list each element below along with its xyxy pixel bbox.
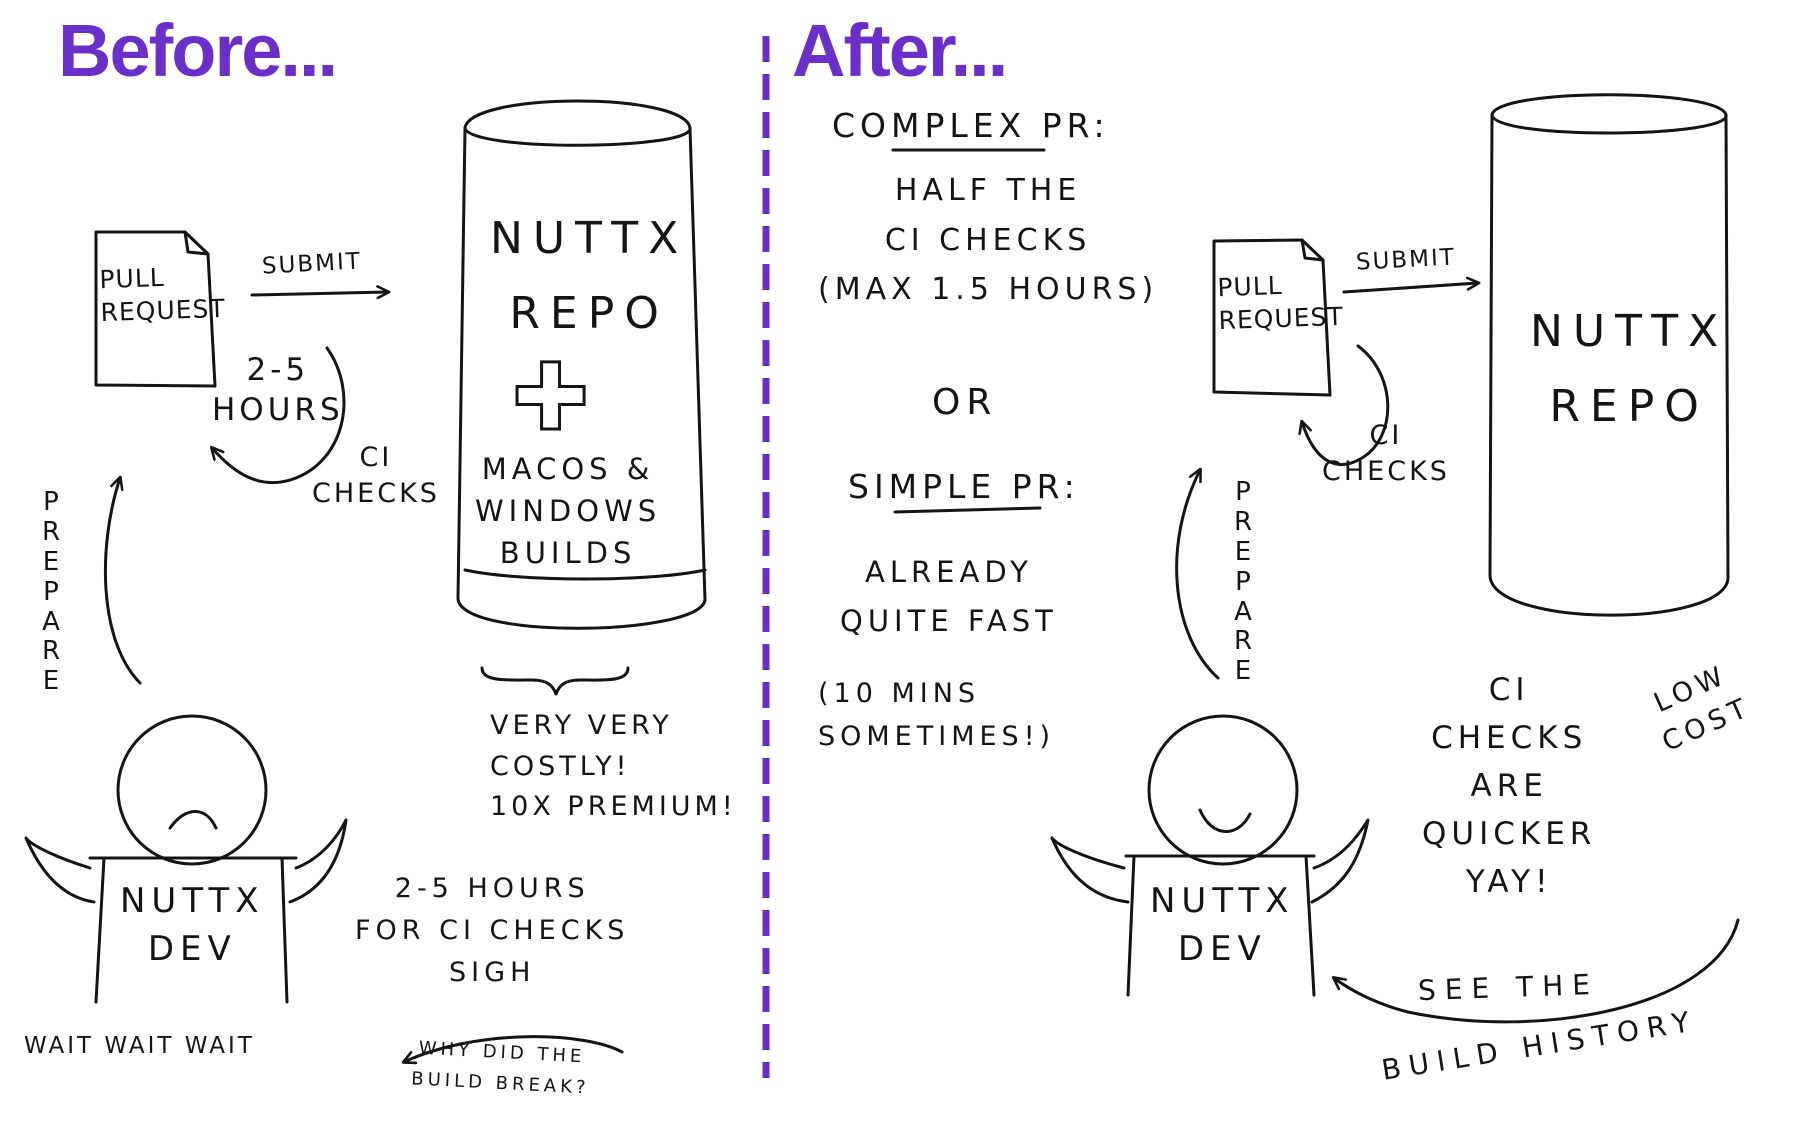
before-dev-label: NUTTX DEV [120,881,265,969]
after-simple-note: (10 MINS SOMETIMES!) [818,678,1056,753]
before-heading: Before... [58,9,338,92]
before-ci-checks-label: CI CHECKS [312,442,440,510]
after-simple-underline [893,506,1042,514]
after-history-line1: SEE THE [1417,967,1600,1008]
after-or-label: OR [932,382,998,423]
after-ci-checks-label: CI CHECKS [1322,420,1450,488]
before-plus-icon: ✚ [510,344,590,451]
after-simple-body: ALREADY QUITE FAST [840,555,1058,639]
after-prepare-arrow [1175,470,1220,680]
after-complex-body: HALF THE CI CHECKS (MAX 1.5 HOURS) [818,173,1159,307]
before-prepare-label: P R E P A R E [41,487,61,697]
after-pull-request-label: PULL REQUEST [1216,270,1345,335]
sketch-canvas: Before... PULL REQUEST SUBMIT 2-5 HOURS … [0,0,1798,1140]
after-complex-title: COMPLEX PR: [832,106,1110,145]
before-submit-label: SUBMIT [261,248,363,280]
before-why-text: WHY DID THE BUILD BREAK? [410,1037,591,1099]
before-cost-brace [480,666,630,696]
before-pull-request-label: PULL REQUEST [98,262,227,327]
before-macos-windows-label: MACOS & WINDOWS BUILDS [475,452,662,571]
before-repo-name: NUTTX REPO [490,213,689,339]
after-repo-name: NUTTX REPO [1530,306,1729,432]
after-submit-label: SUBMIT [1355,244,1457,276]
after-submit-arrow [1342,283,1478,294]
before-loop-time-label: 2-5 HOURS [212,352,344,429]
after-heading: After... [792,9,1008,92]
after-simple-title: SIMPLE PR: [848,467,1080,506]
after-prepare-label: P R E P A R E [1233,477,1253,687]
before-wait-text: WAIT WAIT WAIT [24,1033,255,1059]
before-submit-arrow [250,292,388,295]
after-dev-label: NUTTX DEV [1150,881,1295,969]
before-cost-note: VERY VERY COSTLY! 10x PREMIUM! [490,710,737,822]
after-quick-note: CI CHECKS ARE QUICKER YAY! [1422,672,1597,901]
before-prepare-arrow [103,478,142,685]
before-wait-note: 2-5 HOURS FOR CI CHECKS SIGH [355,873,630,988]
